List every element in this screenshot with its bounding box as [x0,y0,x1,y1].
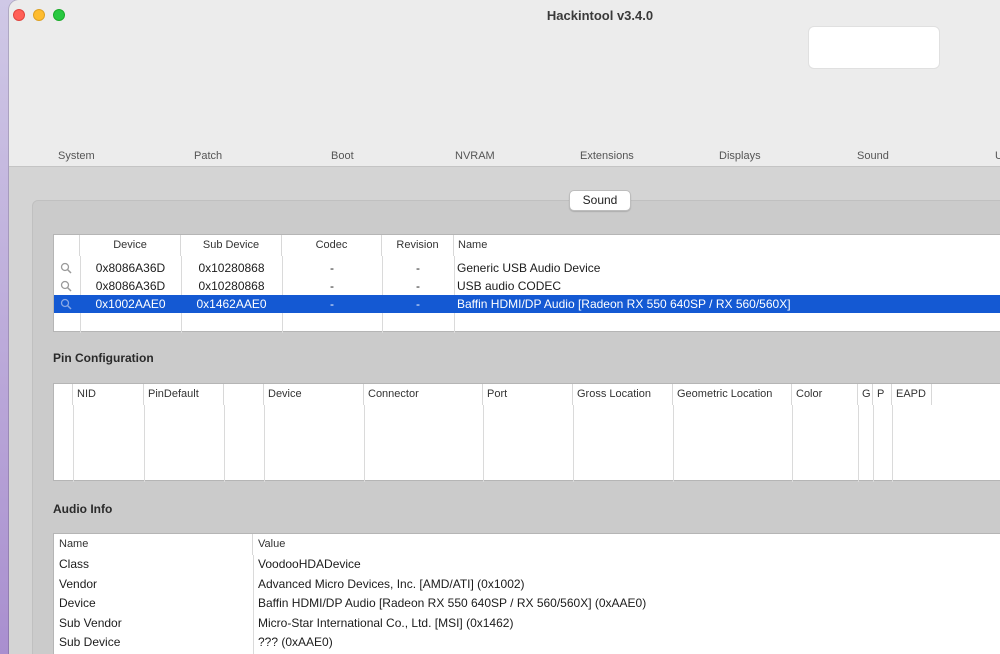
audio-info-table: Name Value Class VoodooHDADevice Vendor … [53,533,1000,654]
devices-header-revision[interactable]: Revision [382,235,454,256]
pin-header-g[interactable]: G [858,384,873,405]
device-name: Generic USB Audio Device [457,261,601,275]
device-row-selected[interactable]: 0x1002AAE0 0x1462AAE0 - - Baffin HDMI/DP… [54,295,1000,313]
info-value: VoodooHDADevice [258,557,361,571]
pin-header-pindefault[interactable]: PinDefault [144,384,224,405]
revision: - [416,279,420,293]
audio-header-value[interactable]: Value [253,534,1000,555]
hackintool-window: Hackintool v3.4.0 System Patch Boot NVRA… [9,0,1000,654]
tab-nvram[interactable]: NVRAM [455,150,495,162]
tab-system[interactable]: System [58,150,95,162]
info-value: Advanced Micro Devices, Inc. [AMD/ATI] (… [258,576,525,591]
audio-info-title: Audio Info [53,502,113,516]
pin-header-empty[interactable] [224,384,264,405]
pin-configuration-title: Pin Configuration [53,351,154,365]
pin-header-nid[interactable]: NID [73,384,144,405]
devices-header-device[interactable]: Device [80,235,181,256]
codec: - [330,297,334,311]
pin-header-blank [54,384,73,405]
devices-header-codec[interactable]: Codec [282,235,382,256]
info-value: Micro-Star International Co., Ltd. [MSI]… [258,615,514,630]
magnifier-icon[interactable] [60,298,72,310]
codec: - [330,279,334,293]
window-title: Hackintool v3.4.0 [546,8,654,23]
info-name: Device [59,596,96,611]
audio-info-row[interactable]: Sub Device ??? (0xAAE0) [54,633,1000,653]
tab-boot[interactable]: Boot [331,150,354,162]
magnifier-icon[interactable] [60,280,72,292]
audio-header-name[interactable]: Name [54,534,253,555]
device-row[interactable]: 0x8086A36D 0x10280868 - - USB audio CODE… [54,277,1000,295]
tab-sound[interactable]: Sound [857,150,889,162]
info-name: Sub Device [59,635,121,650]
devices-header-sub-device[interactable]: Sub Device [181,235,282,256]
device-row[interactable]: 0x8086A36D 0x10280868 - - Generic USB Au… [54,259,1000,277]
info-value: ??? (0xAAE0) [258,635,333,650]
audio-info-row[interactable]: Vendor Advanced Micro Devices, Inc. [AMD… [54,575,1000,595]
devices-header-name[interactable]: Name [454,235,1000,256]
device-id: 0x8086A36D [95,261,166,275]
device-id: 0x8086A36D [95,279,166,293]
pin-header-p[interactable]: P [873,384,892,405]
pin-configuration-table: NID PinDefault Device Connector Port Gro… [53,383,1000,482]
pin-header-device[interactable]: Device [264,384,364,405]
audio-info-row[interactable]: Device Baffin HDMI/DP Audio [Radeon RX 5… [54,594,1000,614]
sub-device-id: 0x1462AAE0 [196,297,267,311]
tab-extensions[interactable]: Extensions [580,150,634,162]
devices-header-icon [54,235,80,256]
pin-header-geometric-location[interactable]: Geometric Location [673,384,792,405]
device-id: 0x1002AAE0 [95,297,166,311]
tab-usb-partial[interactable]: U [995,150,1000,162]
audio-info-row[interactable]: Sub Vendor Micro-Star International Co.,… [54,614,1000,634]
device-name: Baffin HDMI/DP Audio [Radeon RX 550 640S… [457,297,791,311]
info-name: Class [59,557,90,571]
magnifier-icon[interactable] [60,262,72,274]
info-name: Sub Vendor [59,615,122,630]
revision: - [416,261,420,275]
pin-header-eapd[interactable]: EAPD [892,384,932,405]
titlebar: Hackintool v3.4.0 System Patch Boot NVRA… [9,0,1000,167]
device-name: USB audio CODEC [457,279,562,293]
pin-header-port[interactable]: Port [483,384,573,405]
info-name: Vendor [59,576,98,591]
sound-segment-button[interactable]: Sound [569,190,631,211]
tab-displays[interactable]: Displays [719,150,761,162]
revision: - [416,297,420,311]
pin-header-color[interactable]: Color [792,384,858,405]
audio-info-row[interactable]: Class VoodooHDADevice [54,555,1000,575]
sub-device-id: 0x10280868 [198,261,265,275]
pin-header-connector[interactable]: Connector [364,384,483,405]
sub-device-id: 0x10280868 [198,279,265,293]
pin-header-gross-location[interactable]: Gross Location [573,384,673,405]
toolbar-blank-field [808,26,940,69]
devices-table: Device Sub Device Codec Revision Name 0x… [53,234,1000,333]
codec: - [330,261,334,275]
info-value: Baffin HDMI/DP Audio [Radeon RX 550 640S… [258,596,647,611]
tab-patch[interactable]: Patch [194,150,222,162]
